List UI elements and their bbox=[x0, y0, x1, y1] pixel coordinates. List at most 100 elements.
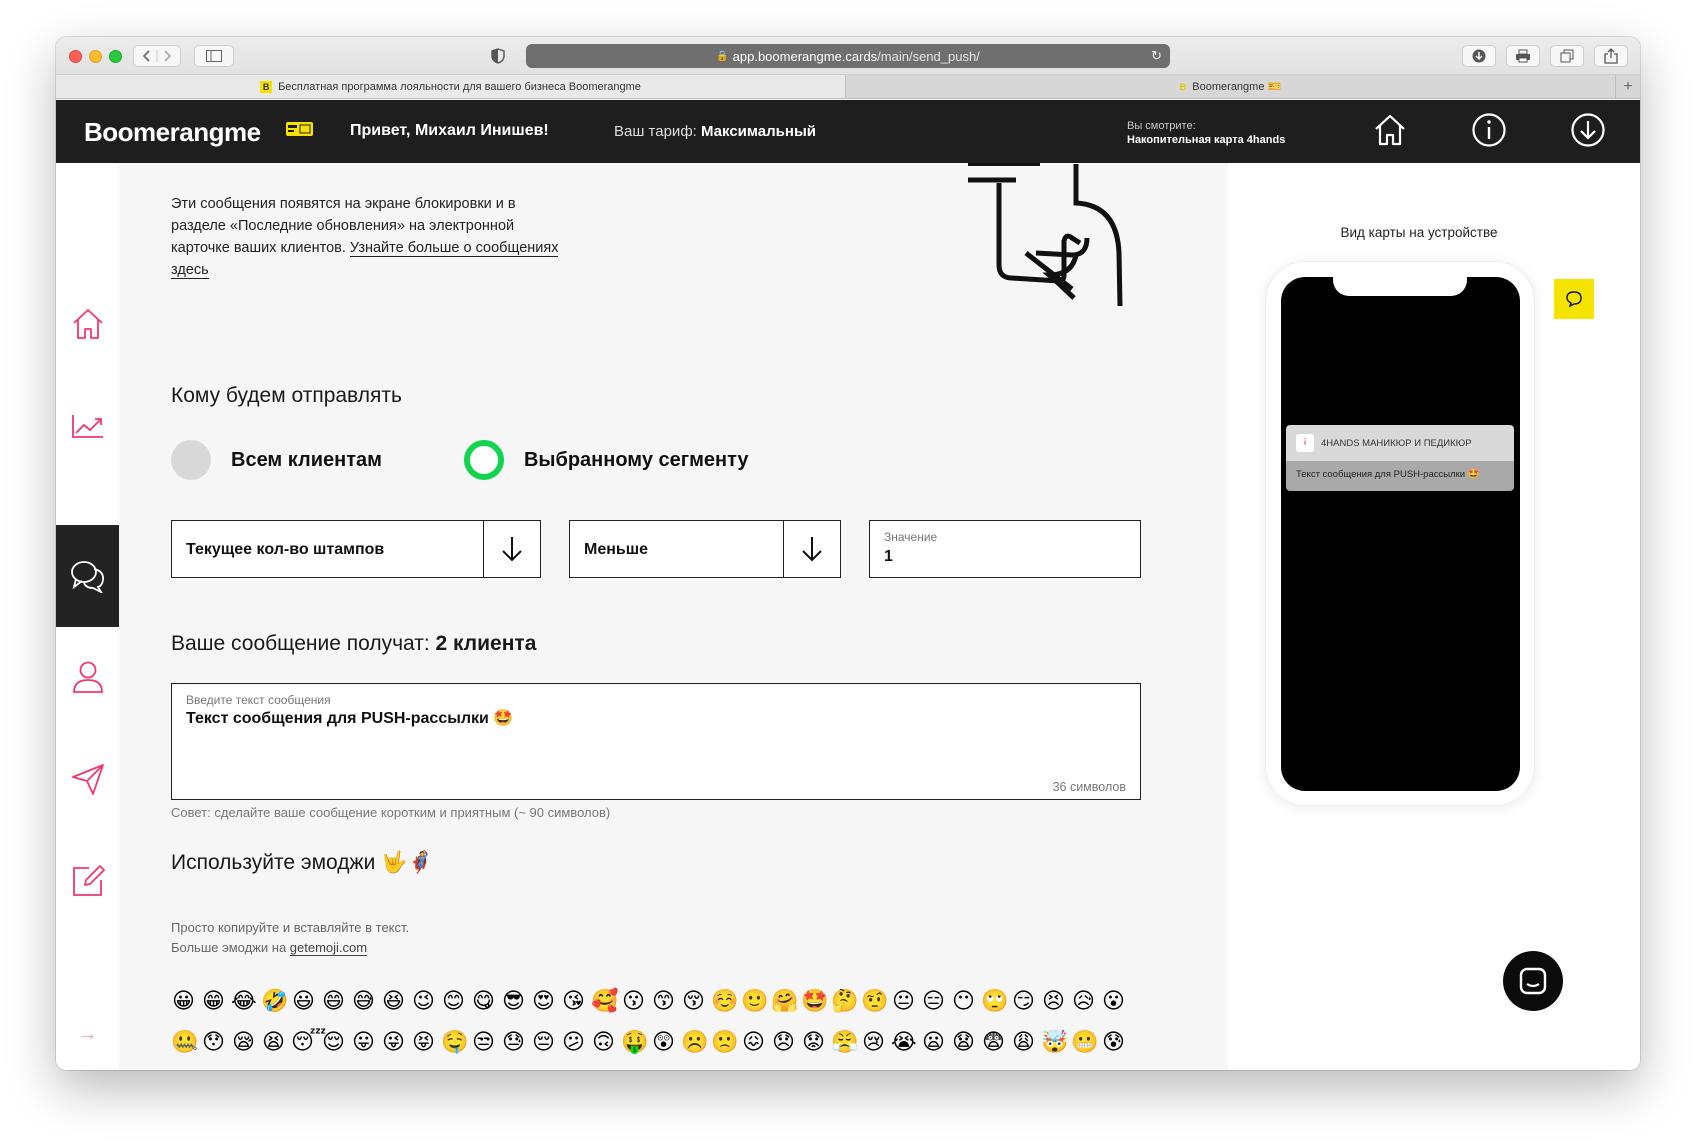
message-textarea[interactable]: Введите текст сообщения Текст сообщения … bbox=[171, 683, 1141, 800]
emoji-item[interactable]: 😰 bbox=[1101, 1029, 1126, 1055]
emoji-item[interactable]: 😏 bbox=[1011, 988, 1036, 1014]
value-input[interactable]: Значение 1 bbox=[869, 520, 1141, 578]
emoji-item[interactable]: 😋 bbox=[471, 988, 496, 1014]
viewing-card-info[interactable]: Вы смотрите: Накопительная карта 4hands bbox=[1127, 119, 1285, 147]
radio-all-clients-label[interactable]: Всем клиентам bbox=[231, 449, 382, 472]
emoji-item[interactable]: 🙁 bbox=[711, 1029, 738, 1055]
home-icon[interactable] bbox=[1372, 112, 1408, 148]
downloads-button[interactable] bbox=[1462, 45, 1496, 67]
emoji-item[interactable]: 😍 bbox=[531, 988, 556, 1014]
arrow-down-icon[interactable] bbox=[483, 521, 540, 577]
emoji-item[interactable]: 😘 bbox=[561, 988, 586, 1014]
emoji-item[interactable]: 😯 bbox=[201, 1029, 226, 1055]
filter-select[interactable]: Текущее кол-во штампов bbox=[171, 520, 541, 578]
minimize-window-button[interactable] bbox=[89, 50, 102, 63]
emoji-item[interactable]: 😜 bbox=[381, 1029, 406, 1055]
getemoji-link[interactable]: getemoji.com bbox=[289, 940, 368, 956]
reload-icon[interactable]: ↻ bbox=[1151, 48, 1162, 64]
emoji-item[interactable]: 🤗 bbox=[771, 988, 798, 1014]
message-text[interactable]: Текст сообщения для PUSH-рассылки 🤩 bbox=[186, 708, 513, 728]
sidebar-item-home[interactable] bbox=[56, 273, 119, 375]
emoji-item[interactable]: 😁 bbox=[201, 988, 226, 1014]
emoji-item[interactable]: 😝 bbox=[411, 1029, 436, 1055]
emoji-item[interactable]: 😐 bbox=[891, 988, 916, 1014]
emoji-item[interactable]: 😲 bbox=[651, 1029, 676, 1055]
emoji-item[interactable]: 😑 bbox=[921, 988, 946, 1014]
arrow-down-icon[interactable] bbox=[783, 521, 840, 577]
emoji-item[interactable]: 😪 bbox=[231, 1029, 256, 1055]
emoji-item[interactable]: 😫 bbox=[261, 1029, 286, 1055]
radio-segment-label[interactable]: Выбранному сегменту bbox=[524, 449, 749, 472]
emoji-item[interactable]: 😌 bbox=[321, 1029, 346, 1055]
download-icon[interactable] bbox=[1570, 112, 1606, 148]
emoji-item[interactable]: 😊 bbox=[441, 988, 466, 1014]
emoji-item[interactable]: 😴 bbox=[291, 1029, 326, 1055]
emoji-item[interactable]: 😙 bbox=[651, 988, 676, 1014]
emoji-item[interactable]: 😢 bbox=[861, 1029, 886, 1055]
emoji-item[interactable]: 🤑 bbox=[621, 1029, 648, 1055]
emoji-item[interactable]: 😚 bbox=[681, 988, 706, 1014]
emoji-item[interactable]: 😣 bbox=[1041, 988, 1066, 1014]
emoji-item[interactable]: 🤔 bbox=[831, 988, 858, 1014]
emoji-item[interactable]: 😄 bbox=[321, 988, 346, 1014]
sidebar-item-messages[interactable] bbox=[56, 525, 119, 627]
emoji-item[interactable]: 😗 bbox=[621, 988, 646, 1014]
emoji-item[interactable]: 😦 bbox=[921, 1029, 946, 1055]
emoji-item[interactable]: 🤩 bbox=[801, 988, 828, 1014]
emoji-item[interactable]: 😭 bbox=[891, 1029, 917, 1055]
tab-app[interactable]: B Boomerangme 🎫 bbox=[846, 75, 1616, 98]
emoji-item[interactable]: 😨 bbox=[981, 1029, 1006, 1055]
back-forward-buttons[interactable] bbox=[133, 45, 181, 67]
emoji-item[interactable]: 😓 bbox=[501, 1029, 526, 1055]
emoji-item[interactable]: 😤 bbox=[831, 1029, 858, 1055]
info-icon[interactable] bbox=[1471, 112, 1507, 148]
brand-logo[interactable]: Boomerangme bbox=[84, 117, 261, 148]
emoji-item[interactable]: 😔 bbox=[531, 1029, 556, 1055]
emoji-item[interactable]: 😎 bbox=[501, 988, 526, 1014]
emoji-item[interactable]: 😥 bbox=[1071, 988, 1096, 1014]
close-window-button[interactable] bbox=[69, 50, 82, 63]
emoji-item[interactable]: 🙄 bbox=[981, 988, 1008, 1014]
sidebar-item-send[interactable] bbox=[56, 728, 119, 830]
emoji-item[interactable]: 🤯 bbox=[1041, 1029, 1068, 1055]
operator-select[interactable]: Меньше bbox=[569, 520, 841, 578]
emoji-item[interactable]: 🙂 bbox=[741, 988, 768, 1014]
emoji-item[interactable]: 😀 bbox=[171, 988, 196, 1014]
emoji-item[interactable]: 🤤 bbox=[441, 1029, 468, 1055]
emoji-item[interactable]: 😉 bbox=[411, 988, 436, 1014]
emoji-item[interactable]: ☹️ bbox=[681, 1029, 708, 1055]
address-bar[interactable]: 🔒 app.boomerangme.cards/main/send_push/ … bbox=[526, 44, 1170, 68]
emoji-item[interactable]: ☺️ bbox=[711, 988, 738, 1014]
emoji-item[interactable]: 😬 bbox=[1071, 1029, 1098, 1055]
emoji-item[interactable]: 😅 bbox=[351, 988, 376, 1014]
print-button[interactable] bbox=[1506, 45, 1540, 67]
sidebar-item-clients[interactable] bbox=[56, 626, 119, 728]
radio-segment[interactable] bbox=[463, 440, 504, 480]
tab-landing[interactable]: B Бесплатная программа лояльности для ва… bbox=[56, 75, 846, 98]
sidebar-item-analytics[interactable] bbox=[56, 375, 119, 477]
emoji-item[interactable]: 😞 bbox=[771, 1029, 796, 1055]
emoji-item[interactable]: 😶 bbox=[951, 988, 976, 1014]
support-chat-button[interactable] bbox=[1503, 951, 1563, 1011]
emoji-item[interactable]: 🤨 bbox=[861, 988, 888, 1014]
emoji-item[interactable]: 🥰 bbox=[591, 988, 618, 1014]
maximize-window-button[interactable] bbox=[109, 50, 122, 63]
feedback-chat-button[interactable] bbox=[1554, 279, 1594, 319]
emoji-item[interactable]: 😩 bbox=[1011, 1029, 1036, 1055]
emoji-item[interactable]: 😃 bbox=[291, 988, 316, 1014]
privacy-shield-button[interactable] bbox=[481, 45, 515, 67]
emoji-item[interactable]: 😒 bbox=[471, 1029, 496, 1055]
emoji-item[interactable]: 😕 bbox=[561, 1029, 586, 1055]
emoji-item[interactable]: 🤐 bbox=[171, 1029, 198, 1055]
value-input-text[interactable]: 1 bbox=[884, 548, 893, 566]
emoji-item[interactable]: 😛 bbox=[351, 1029, 376, 1055]
sidebar-toggle-button[interactable] bbox=[194, 45, 234, 67]
tabs-overview-button[interactable] bbox=[1550, 45, 1584, 67]
sidebar-item-edit[interactable] bbox=[56, 830, 119, 932]
new-tab-button[interactable]: + bbox=[1616, 75, 1640, 98]
radio-all-clients[interactable] bbox=[171, 440, 211, 480]
emoji-item[interactable]: 😂 bbox=[231, 988, 257, 1014]
emoji-item[interactable]: 😟 bbox=[801, 1029, 826, 1055]
share-button[interactable] bbox=[1594, 45, 1628, 67]
emoji-item[interactable]: 😖 bbox=[741, 1029, 766, 1055]
